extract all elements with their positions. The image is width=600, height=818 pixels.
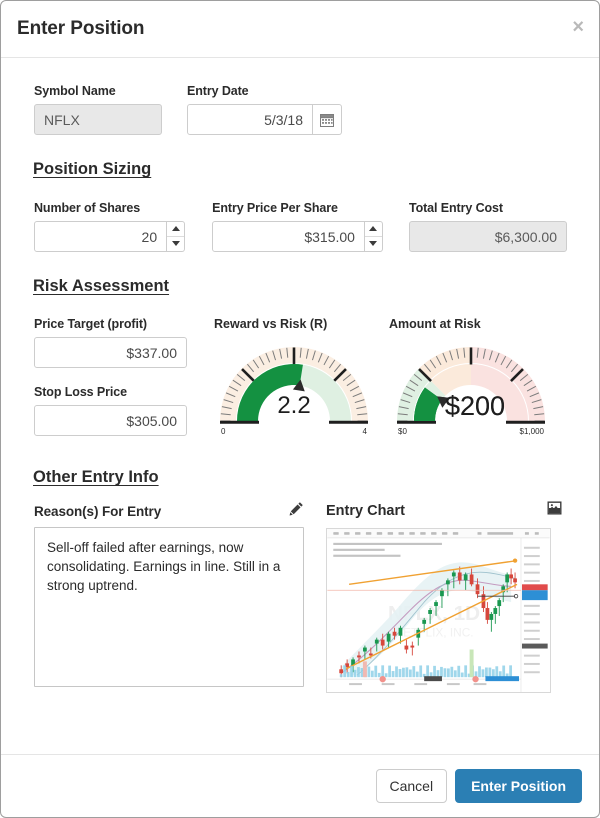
stop-loss-label: Stop Loss Price <box>34 385 127 399</box>
amount-at-risk-gauge: $200$0 $1,000$200 <box>397 347 545 436</box>
close-icon[interactable]: × <box>572 17 584 37</box>
total-cost-value: $6,300.00 <box>408 221 567 252</box>
amount-at-risk-title: Amount at Risk <box>389 317 481 331</box>
entry-price-field-group: Entry Price Per Share $315.00 <box>212 201 383 252</box>
entry-price-label: Entry Price Per Share <box>212 201 338 215</box>
shares-field-group: Number of Shares 20 <box>34 201 186 252</box>
entry-price-stepper-down-icon[interactable] <box>365 237 382 252</box>
amount-at-risk-gauge-group: Amount at Risk $200 $0 $1,000 $200 <box>389 317 554 445</box>
svg-text:$0: $0 <box>398 427 407 436</box>
symbol-label: Symbol Name <box>34 84 116 98</box>
position-sizing-heading: Position Sizing <box>33 160 152 178</box>
svg-text:$1,000: $1,000 <box>520 427 545 436</box>
risk-inputs-column: Price Target (profit) $337.00 Stop Loss … <box>34 317 187 445</box>
reward-vs-risk-title: Reward vs Risk (R) <box>214 317 328 331</box>
image-icon[interactable] <box>547 501 562 520</box>
entry-date-field-group: Entry Date 5/3/18 <box>187 84 342 135</box>
shares-label: Number of Shares <box>34 201 141 215</box>
svg-text:0: 0 <box>221 427 226 436</box>
shares-stepper[interactable] <box>167 221 186 252</box>
reward-vs-risk-gauge: 2.2 0 4 <box>220 347 368 436</box>
shares-stepper-up-icon[interactable] <box>167 222 185 237</box>
entry-price-stepper-up-icon[interactable] <box>364 222 382 237</box>
entry-date-label: Entry Date <box>187 84 249 98</box>
risk-assessment-heading: Risk Assessment <box>33 277 170 295</box>
enter-position-button[interactable]: Enter Position <box>455 769 582 803</box>
price-target-input[interactable]: $337.00 <box>34 337 187 368</box>
enter-position-dialog: Enter Position × Symbol Name NFLX Entry … <box>0 0 600 818</box>
other-entry-info-row: Reason(s) For Entry Sell-off failed afte… <box>33 501 567 693</box>
cancel-button[interactable]: Cancel <box>375 769 448 803</box>
entry-chart-group: Entry Chart NFLX, 1D NETFLIX, INC. <box>326 501 562 693</box>
reason-textarea[interactable]: Sell-off failed after earnings, now cons… <box>34 527 304 687</box>
total-cost-field-group: Total Entry Cost $6,300.00 <box>408 201 567 252</box>
dialog-footer: Cancel Enter Position <box>1 754 599 817</box>
calendar-icon[interactable] <box>313 104 342 135</box>
risk-assessment-row: Price Target (profit) $337.00 Stop Loss … <box>33 317 567 445</box>
reason-label: Reason(s) For Entry <box>34 503 162 519</box>
entry-date-input[interactable]: 5/3/18 <box>187 104 313 135</box>
reason-for-entry-group: Reason(s) For Entry Sell-off failed afte… <box>34 501 304 693</box>
svg-text:2.2: 2.2 <box>277 392 310 419</box>
svg-text:$200: $200 <box>445 391 505 421</box>
entry-price-input[interactable]: $315.00 <box>212 221 365 252</box>
svg-text:4: 4 <box>363 427 368 436</box>
shares-input[interactable]: 20 <box>34 221 168 252</box>
entry-chart-label: Entry Chart <box>326 502 405 519</box>
stop-loss-input[interactable]: $305.00 <box>34 405 187 436</box>
dialog-header: Enter Position × <box>1 1 599 58</box>
symbol-input[interactable]: NFLX <box>34 104 162 135</box>
identity-row: Symbol Name NFLX Entry Date 5/3/18 <box>33 84 567 135</box>
dialog-title: Enter Position <box>17 18 145 39</box>
dialog-body: Symbol Name NFLX Entry Date 5/3/18 Posit… <box>1 58 599 754</box>
shares-stepper-down-icon[interactable] <box>167 237 184 252</box>
entry-price-stepper[interactable] <box>364 221 383 252</box>
entry-chart-thumbnail[interactable]: NFLX, 1DNETFLIX, INC. <box>326 528 551 693</box>
total-cost-label: Total Entry Cost <box>408 201 503 215</box>
svg-text:NETFLIX, INC.: NETFLIX, INC. <box>395 626 474 640</box>
position-sizing-row: Number of Shares 20 Entry Price Per Shar… <box>33 201 567 252</box>
other-entry-info-heading: Other Entry Info <box>33 468 159 486</box>
symbol-field-group: Symbol Name NFLX <box>34 84 162 135</box>
price-target-label: Price Target (profit) <box>34 317 147 331</box>
pencil-icon[interactable] <box>289 501 304 521</box>
reward-vs-risk-gauge-group: Reward vs Risk (R) 2.2 0 4 <box>214 317 374 445</box>
